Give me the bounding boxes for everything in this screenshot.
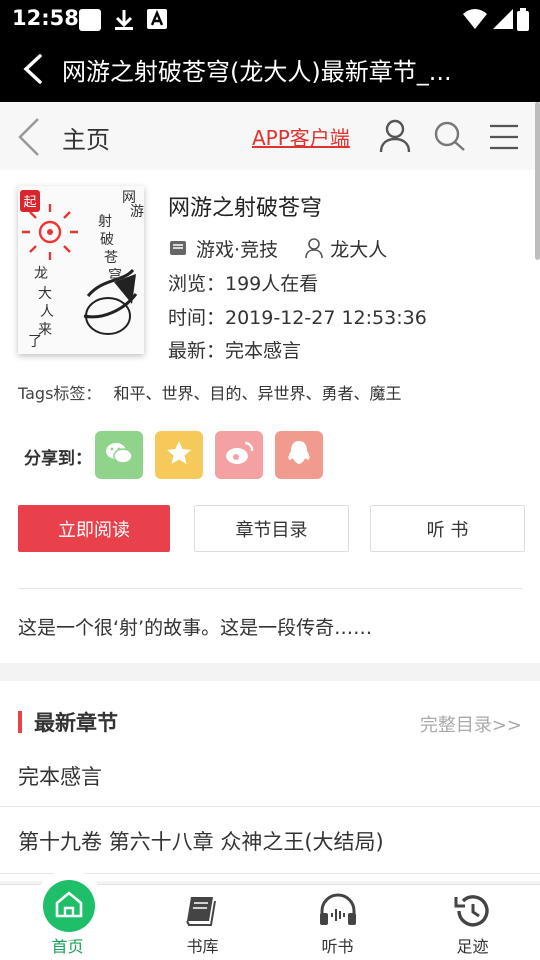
chapter-list-button[interactable]: 章节目录 <box>194 505 349 552</box>
download-icon <box>112 8 136 36</box>
cover-char: 了 <box>28 334 42 350</box>
qq-share-button[interactable] <box>275 431 323 479</box>
cover-char: 龙 <box>34 266 48 282</box>
cover-char: 苍 <box>104 250 118 266</box>
qq-icon <box>286 439 312 471</box>
user-icon[interactable] <box>378 118 412 158</box>
book-cover[interactable]: 起 网游射破苍穹龙大人来了 <box>18 186 144 354</box>
star-icon <box>165 439 193 471</box>
weibo-icon <box>224 440 254 470</box>
library-book-icon <box>183 893 223 929</box>
cover-char: 破 <box>100 232 114 248</box>
svg-text:起: 起 <box>23 195 36 210</box>
qzone-share-button[interactable] <box>155 431 203 479</box>
read-now-button[interactable]: 立即阅读 <box>18 505 170 552</box>
cover-char: 穹 <box>108 268 122 284</box>
cover-char: 游 <box>130 204 144 220</box>
book-latest[interactable]: 最新：完本感言 <box>168 336 301 363</box>
status-bar: 12:58 <box>0 0 540 38</box>
battery-icon <box>516 8 530 36</box>
book-category[interactable]: 游戏·竞技 <box>196 239 278 261</box>
book-views: 浏览：199人在看 <box>168 273 319 295</box>
app-client-link[interactable]: APP客户端 <box>252 122 350 151</box>
tab-listen[interactable]: 听书 <box>270 885 405 960</box>
book-title: 网游之射破苍穹 <box>168 196 323 221</box>
home-link[interactable]: 主页 <box>62 120 110 155</box>
headphones-icon <box>318 893 358 929</box>
search-icon[interactable] <box>432 118 468 158</box>
divider <box>18 588 522 589</box>
book-info-card: 起 网游射破苍穹龙大人来了 网游之射破苍穹 游戏·竞技 龙大人 浏览：199人在… <box>0 170 540 663</box>
tab-listen-label: 听书 <box>321 937 354 956</box>
chapter-item[interactable]: 完本感言 <box>18 761 102 791</box>
cover-char: 大 <box>38 286 52 302</box>
book-category-author: 游戏·竞技 龙大人 <box>168 235 387 264</box>
history-icon <box>453 893 493 929</box>
signal-icon <box>492 8 514 34</box>
tab-library-label: 书库 <box>186 937 219 956</box>
share-label: 分享到： <box>24 449 92 469</box>
back-arrow-icon[interactable] <box>18 52 48 86</box>
home-icon-button[interactable] <box>43 880 95 932</box>
tags-value[interactable]: 和平、世界、目的、异世界、勇者、魔王 <box>113 384 401 403</box>
book-icon <box>168 238 190 263</box>
wechat-share-button[interactable] <box>95 431 143 479</box>
home-icon <box>54 890 84 922</box>
book-time: 时间：2019-12-27 12:53:36 <box>168 307 427 329</box>
cover-char: 人 <box>40 304 54 320</box>
tags-row: Tags标签： 和平、世界、目的、异世界、勇者、魔王 <box>18 380 401 404</box>
tab-history-label: 足迹 <box>456 937 489 956</box>
site-header: 主页 APP客户端 <box>0 102 540 170</box>
cover-char: 射 <box>98 214 112 230</box>
scrollbar[interactable] <box>535 102 540 260</box>
tab-library[interactable]: 书库 <box>135 885 270 960</box>
full-toc-link[interactable]: 完整目录>> <box>420 711 522 737</box>
chapter-item[interactable]: 第十九卷 第六十八章 众神之王(大结局) <box>18 826 384 856</box>
listen-button[interactable]: 听 书 <box>370 505 525 552</box>
section-accent-bar <box>18 711 22 733</box>
font-icon <box>146 8 168 34</box>
weibo-share-button[interactable] <box>215 431 263 479</box>
latest-chapters-heading: 最新章节 <box>34 711 118 735</box>
wifi-icon <box>462 8 488 34</box>
divider <box>0 806 540 807</box>
app-notification-icon <box>78 8 102 36</box>
latest-chapters-section: 最新章节 完整目录>> 完本感言 第十九卷 第六十八章 众神之王(大结局) <box>0 681 540 881</box>
wechat-icon <box>104 440 134 470</box>
site-back-icon[interactable] <box>14 116 44 158</box>
book-author[interactable]: 龙大人 <box>330 239 387 261</box>
app-title-bar: 网游之射破苍穹(龙大人)最新章节_... <box>0 38 540 102</box>
author-icon <box>304 237 324 264</box>
status-time: 12:58 <box>12 6 79 30</box>
tags-label: Tags标签： <box>18 384 102 403</box>
menu-icon[interactable] <box>488 118 520 158</box>
book-intro: 这是一个很‘射’的故事。这是一段传奇…… <box>18 617 373 639</box>
tab-history[interactable]: 足迹 <box>405 885 540 960</box>
page-title: 网游之射破苍穹(龙大人)最新章节_... <box>62 58 452 86</box>
